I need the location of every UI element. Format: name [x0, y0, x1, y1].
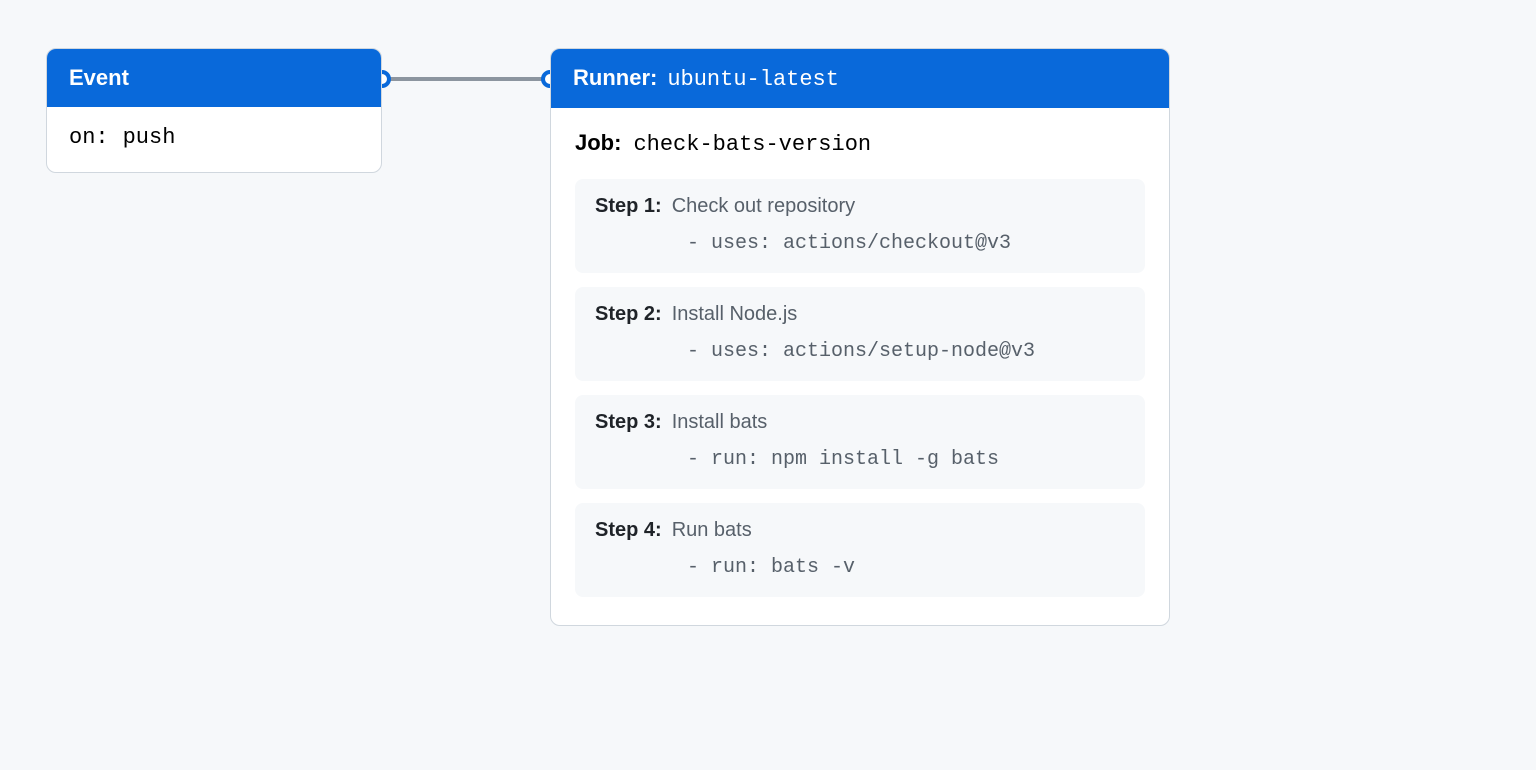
step-3: Step 3: Install bats - run: npm install … — [575, 395, 1145, 489]
step-1-title: Step 1: Check out repository — [595, 195, 1125, 218]
step-2-num: Step 2: — [595, 303, 662, 326]
step-3-num: Step 3: — [595, 411, 662, 434]
event-card: Event on: push — [46, 48, 382, 173]
runner-card: Runner: ubuntu-latest Job: check-bats-ve… — [550, 48, 1170, 626]
step-4-num: Step 4: — [595, 519, 662, 542]
step-1-name: Check out repository — [672, 195, 855, 218]
runner-card-header: Runner: ubuntu-latest — [551, 49, 1169, 108]
step-2-name: Install Node.js — [672, 303, 798, 326]
connector-line — [382, 77, 550, 81]
step-1-cmd: - uses: actions/checkout@v3 — [595, 232, 1125, 255]
runner-card-body: Job: check-bats-version Step 1: Check ou… — [551, 108, 1169, 625]
event-on-value: push — [123, 125, 176, 150]
step-4-cmd: - run: bats -v — [595, 556, 1125, 579]
job-label: Job: — [575, 130, 621, 156]
job-value: check-bats-version — [633, 132, 871, 157]
step-2-title: Step 2: Install Node.js — [595, 303, 1125, 326]
job-line: Job: check-bats-version — [575, 130, 1145, 157]
step-1: Step 1: Check out repository - uses: act… — [575, 179, 1145, 273]
event-card-body: on: push — [47, 107, 381, 172]
step-4-name: Run bats — [672, 519, 752, 542]
runner-header-label: Runner: — [573, 65, 657, 91]
step-2: Step 2: Install Node.js - uses: actions/… — [575, 287, 1145, 381]
step-1-num: Step 1: — [595, 195, 662, 218]
step-4: Step 4: Run bats - run: bats -v — [575, 503, 1145, 597]
step-3-title: Step 3: Install bats — [595, 411, 1125, 434]
runner-header-value: ubuntu-latest — [667, 67, 839, 92]
event-header-label: Event — [69, 65, 129, 91]
step-3-cmd: - run: npm install -g bats — [595, 448, 1125, 471]
step-4-title: Step 4: Run bats — [595, 519, 1125, 542]
step-3-name: Install bats — [672, 411, 768, 434]
event-on-label: on: — [69, 125, 109, 150]
event-card-header: Event — [47, 49, 381, 107]
step-2-cmd: - uses: actions/setup-node@v3 — [595, 340, 1125, 363]
